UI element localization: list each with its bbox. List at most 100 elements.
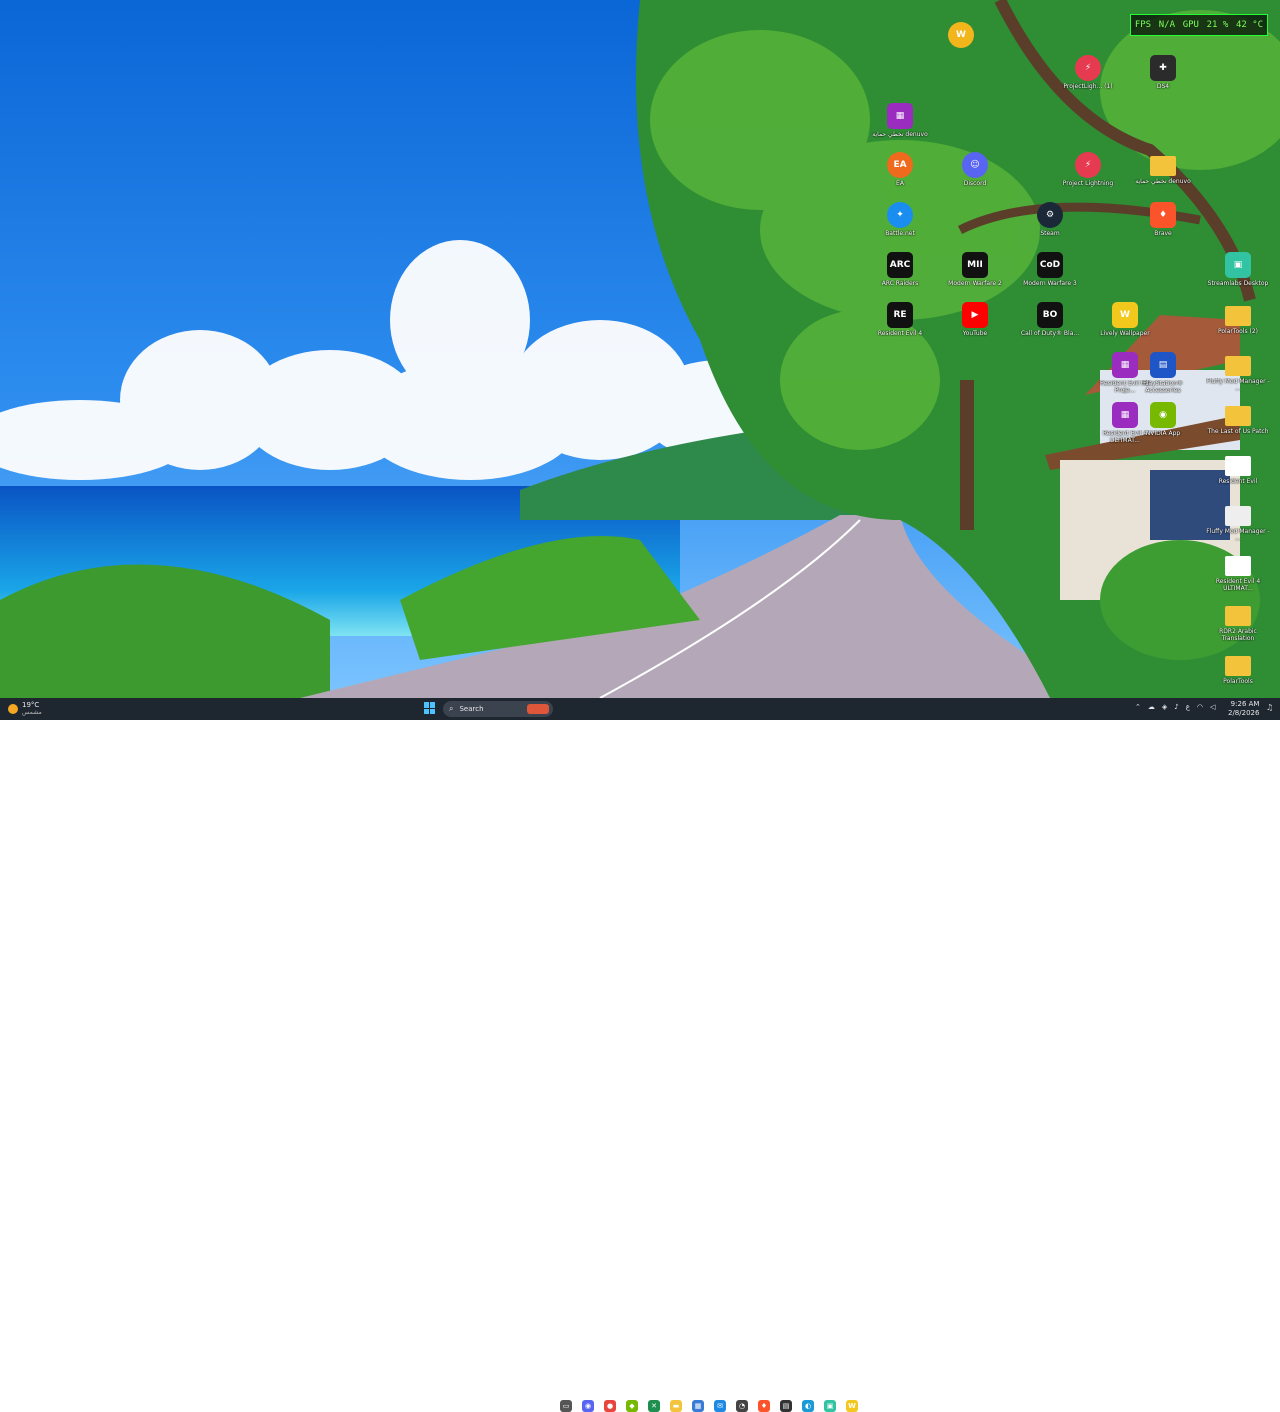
modern-warfare-2-icon: MII [962,252,988,278]
wifi-icon[interactable]: ◠ [1197,703,1203,711]
desktop-icon-denuvo-rar[interactable]: ▦ تخطي حماية denuvo [868,103,932,138]
desktop-icon-youtube[interactable]: ▶ YouTube [943,302,1007,337]
network-icon[interactable]: ◈ [1162,703,1167,711]
clock-time: 9:26 AM [1230,700,1260,708]
taskbar-nvidia-icon[interactable]: ◆ [626,1400,638,1412]
notification-bell-icon[interactable]: ♫ [1266,703,1273,712]
desktop-icon-steam[interactable]: ⚙ Steam [1018,202,1082,237]
taskbar-app-bar-icon[interactable]: ▤ [780,1400,792,1412]
desktop-icon-streamlabs[interactable]: ▣ Streamlabs Desktop [1206,252,1270,287]
taskbar-xbox-icon[interactable]: ✕ [648,1400,660,1412]
arc-raiders-icon: ARC [887,252,913,278]
taskbar-brave-icon[interactable]: ♦ [758,1400,770,1412]
clock[interactable]: 9:26 AM 2/8/2026 [1228,700,1259,718]
battlenet-icon: ✦ [887,202,913,228]
search-highlight-icon [527,704,549,714]
taskbar-chat-icon[interactable]: ◉ [582,1400,594,1412]
fluffy-mod-1-icon [1225,356,1251,376]
desktop-icon-fluffy-mod-1[interactable]: Fluffy Mod Manager - ... [1206,352,1270,392]
taskbar-mail-icon[interactable]: ✉ [714,1400,726,1412]
taskbar-gauge-icon[interactable]: ◔ [736,1400,748,1412]
desktop-icon-label: RDR2 Arabic Translation [1219,628,1257,642]
desktop-icon-label: Resident Evil 4 [877,330,923,337]
ds4-icon: ✚ [1150,55,1176,81]
desktop-icon-modern-warfare-3[interactable]: CoD Modern Warfare 3 [1018,252,1082,287]
desktop-icon-label: The Last of Us Patch [1207,428,1269,435]
desktop-icon-label: Lively Wallpaper [1100,330,1150,337]
desktop-icon-denuvo-folder[interactable]: تخطي حماية denuvo [1131,152,1195,185]
desktop-icon-label: Resident Evil 4 ULTIMAT... [1215,578,1261,592]
desktop-icon-polartools[interactable]: PolarTools [1206,652,1270,685]
brave-icon: ♦ [1150,202,1176,228]
cloud-icon[interactable]: ☁ [1148,703,1155,711]
project-lightning-icon: ⚡ [1075,152,1101,178]
weather-widget[interactable]: 19°C مشمس [8,701,42,717]
desktop-icon-label: PolarTools [1223,678,1253,685]
desktop-icon-label: Brave [1154,230,1172,237]
desktop-icon-fluffy-mod-2[interactable]: Fluffy Mod Manager - ... [1206,502,1270,542]
search-box[interactable]: ⌕ Search [443,701,553,717]
desktop-wallpaper [0,0,1280,698]
desktop-icon-label: Project Lightning [1062,180,1114,187]
desktop-icon-modern-warfare-2[interactable]: MII Modern Warfare 2 [943,252,1007,287]
desktop-icon-lively-wallpaper[interactable]: W Lively Wallpaper [1093,302,1157,337]
desktop-icon-arc-raiders[interactable]: ARC ARC Raiders [868,252,932,287]
polartools-2-icon [1225,306,1251,326]
youtube-icon: ▶ [962,302,988,328]
volume-icon[interactable]: ◁ [1210,703,1215,711]
ps-accessories-icon: ▤ [1150,352,1176,378]
sun-icon [8,704,18,714]
wallpaper-badge-icon: W [948,22,974,48]
desktop-icon-label: NVIDIA App [1145,430,1181,437]
language-indicator[interactable]: ع [1186,703,1190,711]
desktop-icon-ps-accessories[interactable]: ▤ PlayStation® Accessories [1131,352,1195,394]
desktop-icon-last-of-us[interactable]: The Last of Us Patch [1206,402,1270,435]
desktop-icon-label: PlayStation® Accessories [1143,380,1183,394]
fps-value: N/A [1158,20,1176,30]
taskbar-streamlabs-icon[interactable]: ▣ [824,1400,836,1412]
ea-icon: EA [887,152,913,178]
desktop-icon-call-of-duty-bo[interactable]: BO Call of Duty® Bla... [1018,302,1082,337]
nvidia-app-icon: ◉ [1150,402,1176,428]
desktop-icon-resident-evil-4[interactable]: RE Resident Evil 4 [868,302,932,337]
desktop-icon-projectlighting-1[interactable]: ⚡ ProjectLigh... (1) [1056,55,1120,90]
taskbar-lively-icon[interactable]: W [846,1400,858,1412]
desktop-icon-re4-ultimat[interactable]: Resident Evil 4 ULTIMAT... [1206,552,1270,592]
resident-evil-icon [1225,456,1251,476]
projectlighting-1-icon: ⚡ [1075,55,1101,81]
streamlabs-icon: ▣ [1225,252,1251,278]
desktop-icon-label: Discord [963,180,987,187]
desktop-icon-wallpaper-badge[interactable]: W [929,22,993,50]
desktop-icon-battlenet[interactable]: ✦ Battle.net [868,202,932,237]
taskbar-folder-icon[interactable]: ▬ [670,1400,682,1412]
taskbar-chrome-icon[interactable]: ● [604,1400,616,1412]
chevron-up-icon[interactable]: ⌃ [1135,703,1141,711]
microphone-icon[interactable]: ♪ [1174,703,1178,711]
fps-label: FPS [1134,20,1152,30]
resident-evil-4-icon: RE [887,302,913,328]
desktop-icon-label: ProjectLigh... (1) [1063,83,1113,90]
start-button[interactable] [424,702,436,714]
desktop-icon-ea[interactable]: EA EA [868,152,932,187]
desktop-icon-resident-evil[interactable]: Resident Evil [1206,452,1270,485]
desktop-icon-label: EA [896,180,904,187]
desktop-icon-nvidia-app[interactable]: ◉ NVIDIA App [1131,402,1195,437]
taskbar-store-icon[interactable]: ▦ [692,1400,704,1412]
gpu-temp: 42 °C [1236,20,1264,30]
steam-icon: ⚙ [1037,202,1063,228]
desktop-icon-project-lightning[interactable]: ⚡ Project Lightning [1056,152,1120,187]
call-of-duty-bo-icon: BO [1037,302,1063,328]
desktop-icon-label: Modern Warfare 3 [1023,280,1077,287]
desktop-icon-polartools-2[interactable]: PolarTools (2) [1206,302,1270,335]
desktop-icon-brave[interactable]: ♦ Brave [1131,202,1195,237]
denuvo-folder-icon [1150,156,1176,176]
desktop-icon-ds4[interactable]: ✚ DS4 [1131,55,1195,90]
clock-date: 2/8/2026 [1228,709,1260,717]
taskbar-file-explorer-icon[interactable]: ▭ [560,1400,572,1412]
desktop-icon-rdr2-arabic[interactable]: RDR2 Arabic Translation [1206,602,1270,642]
taskbar-edge-icon[interactable]: ◐ [802,1400,814,1412]
lively-wallpaper-icon: W [1112,302,1138,328]
gpu-usage: 21 % [1206,20,1229,30]
rdr2-arabic-icon [1225,606,1251,626]
desktop-icon-discord[interactable]: ☺ Discord [943,152,1007,187]
